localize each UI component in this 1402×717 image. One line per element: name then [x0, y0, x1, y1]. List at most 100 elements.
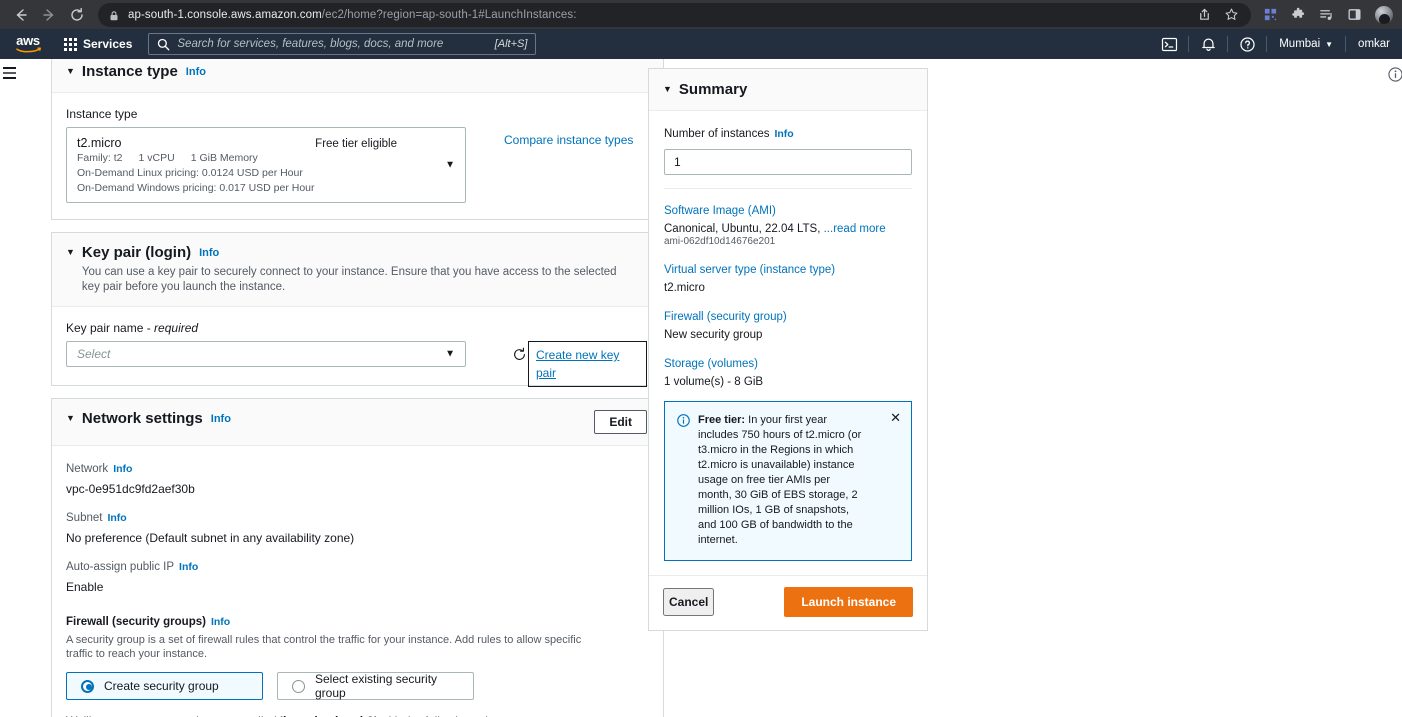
summary-instance-type-link[interactable]: Virtual server type (instance type): [664, 264, 835, 276]
number-of-instances-label: Number of instances Info: [664, 125, 912, 143]
key-pair-panel: ▼ Key pair (login) Info You can use a ke…: [51, 232, 664, 387]
number-of-instances-input[interactable]: [664, 149, 912, 175]
share-icon[interactable]: [1197, 7, 1212, 22]
summary-ami-value: Canonical, Ubuntu, 22.04 LTS, ...read mo…: [664, 223, 886, 235]
bell-icon[interactable]: [1189, 29, 1227, 59]
number-of-instances-info-link[interactable]: Info: [774, 125, 793, 143]
lock-icon: [108, 9, 120, 21]
network-label-row: Network Info: [66, 463, 133, 475]
account-menu[interactable]: omkar: [1346, 29, 1402, 59]
security-group-options: Create security group Select existing se…: [66, 672, 647, 700]
star-icon[interactable]: [1224, 7, 1239, 22]
key-pair-title: Key pair (login): [81, 244, 192, 261]
cancel-button[interactable]: Cancel: [663, 588, 715, 616]
info-circle-icon: [677, 414, 690, 548]
key-pair-header[interactable]: ▼ Key pair (login) Info You can use a ke…: [52, 233, 663, 307]
info-circle-icon[interactable]: [1388, 67, 1402, 87]
aws-logo[interactable]: aws: [6, 34, 50, 53]
refresh-icon[interactable]: [509, 344, 529, 364]
subnet-info-link[interactable]: Info: [107, 512, 126, 524]
create-new-key-pair-button[interactable]: Create new key pair: [528, 341, 647, 387]
summary-ami-id: ami-062df10d14676e201: [664, 236, 776, 247]
chevron-down-icon[interactable]: ▼: [445, 160, 455, 171]
global-search-box[interactable]: [Alt+S]: [148, 33, 537, 55]
search-input[interactable]: [177, 38, 489, 50]
header-right-actions: Mumbai ▼ omkar: [1150, 29, 1402, 59]
profile-avatar-icon[interactable]: [1375, 5, 1393, 24]
compare-instance-types-link[interactable]: Compare instance types: [504, 133, 633, 147]
summary-ami-link[interactable]: Software Image (AMI): [664, 205, 776, 217]
key-pair-description: You can use a key pair to securely conne…: [81, 266, 617, 293]
read-more-link[interactable]: ...read more: [824, 223, 886, 235]
close-icon[interactable]: ✕: [890, 411, 901, 424]
address-bar[interactable]: ap-south-1.console.aws.amazon.com/ec2/ho…: [98, 2, 1251, 27]
grid-icon: [64, 37, 77, 51]
collapse-caret-icon[interactable]: ▼: [66, 410, 75, 427]
instance-type-header[interactable]: ▼ Instance type Info: [52, 59, 663, 93]
collapse-caret-icon[interactable]: ▼: [663, 81, 672, 98]
network-settings-header[interactable]: ▼ Network settings Info Edit: [52, 399, 663, 446]
key-pair-info-link[interactable]: Info: [199, 244, 219, 262]
autoip-info-link[interactable]: Info: [179, 561, 198, 573]
collapse-caret-icon[interactable]: ▼: [66, 63, 75, 80]
network-settings-body: Network Info vpc-0e951dc9fd2aef30b Subnet…: [52, 446, 663, 717]
launch-instance-button[interactable]: Launch instance: [784, 587, 913, 617]
network-settings-panel: ▼ Network settings Info Edit Network Info…: [51, 398, 664, 717]
omnibox-actions: [1187, 7, 1239, 22]
right-rail: [1371, 59, 1402, 717]
services-label: Services: [83, 37, 133, 51]
instance-type-name: t2.micro: [77, 136, 122, 150]
free-tier-text: Free tier: In your first year includes 7…: [698, 414, 862, 546]
instance-type-select[interactable]: t2.micro Free tier eligible Family: t2 1 …: [66, 127, 466, 203]
services-menu-button[interactable]: Services: [56, 29, 140, 59]
cloudshell-icon[interactable]: [1150, 29, 1188, 59]
search-icon: [158, 38, 170, 50]
instance-family: Family: t2: [77, 152, 123, 164]
subnet-label-row: Subnet Info: [66, 512, 127, 524]
reading-list-icon[interactable]: [1319, 7, 1334, 22]
instance-memory: 1 GiB Memory: [190, 152, 258, 164]
radio-create-label: Create security group: [104, 679, 219, 693]
reload-icon[interactable]: [64, 2, 90, 28]
screen-root: ap-south-1.console.aws.amazon.com/ec2/ho…: [0, 0, 1402, 717]
network-info-link[interactable]: Info: [113, 463, 132, 475]
help-circle-icon[interactable]: [1228, 29, 1266, 59]
collapse-caret-icon[interactable]: ▼: [66, 244, 75, 261]
edit-network-settings-button[interactable]: Edit: [594, 410, 647, 434]
firewall-info-link[interactable]: Info: [211, 616, 230, 628]
qr-extension-icon[interactable]: [1263, 7, 1278, 22]
summary-ami-group: Software Image (AMI) Canonical, Ubuntu, …: [664, 201, 912, 247]
summary-panel: ▼ Summary Number of instances Info Softw…: [648, 68, 928, 631]
summary-storage-value: 1 volume(s) - 8 GiB: [664, 376, 764, 388]
extensions-puzzle-icon[interactable]: [1291, 7, 1306, 22]
linux-pricing: On-Demand Linux pricing: 0.0124 USD per …: [77, 167, 303, 179]
instance-vcpu: 1 vCPU: [138, 152, 175, 164]
region-selector[interactable]: Mumbai ▼: [1267, 29, 1345, 59]
search-shortcut-hint: [Alt+S]: [494, 38, 528, 50]
summary-column: ▼ Summary Number of instances Info Softw…: [648, 68, 928, 631]
instance-type-specs: Family: t2 1 vCPU 1 GiB Memory: [77, 152, 455, 165]
radio-create-security-group[interactable]: Create security group: [66, 672, 263, 700]
summary-storage-link[interactable]: Storage (volumes): [664, 358, 758, 370]
autoip-value: Enable: [66, 580, 104, 594]
summary-divider: [664, 188, 912, 189]
summary-header[interactable]: ▼ Summary: [649, 69, 927, 111]
windows-pricing: On-Demand Windows pricing: 0.017 USD per…: [77, 182, 315, 194]
aws-console-header: aws Services [Alt+S] Mumb: [0, 29, 1402, 59]
chevron-down-icon[interactable]: ▼: [445, 349, 455, 360]
key-pair-select[interactable]: Select ▼: [66, 341, 466, 367]
hamburger-menu-icon[interactable]: [3, 67, 16, 82]
chevron-down-icon: ▼: [1325, 39, 1334, 49]
forward-arrow-icon[interactable]: [36, 2, 62, 28]
network-value: vpc-0e951dc9fd2aef30b: [66, 482, 195, 496]
network-settings-info-link[interactable]: Info: [211, 410, 231, 428]
side-panel-icon[interactable]: [1347, 7, 1362, 22]
instance-type-info-link[interactable]: Info: [186, 63, 206, 81]
free-tier-badge: Free tier eligible: [315, 138, 397, 150]
summary-firewall-link[interactable]: Firewall (security group): [664, 311, 787, 323]
create-new-key-pair-label: Create new key pair: [536, 348, 620, 380]
back-arrow-icon[interactable]: [8, 2, 34, 28]
firewall-label-row: Firewall (security groups) Info: [66, 616, 231, 628]
content-area: ▼ Instance type Info Instance type t2.mi…: [16, 59, 1371, 717]
radio-select-existing-security-group[interactable]: Select existing security group: [277, 672, 474, 700]
